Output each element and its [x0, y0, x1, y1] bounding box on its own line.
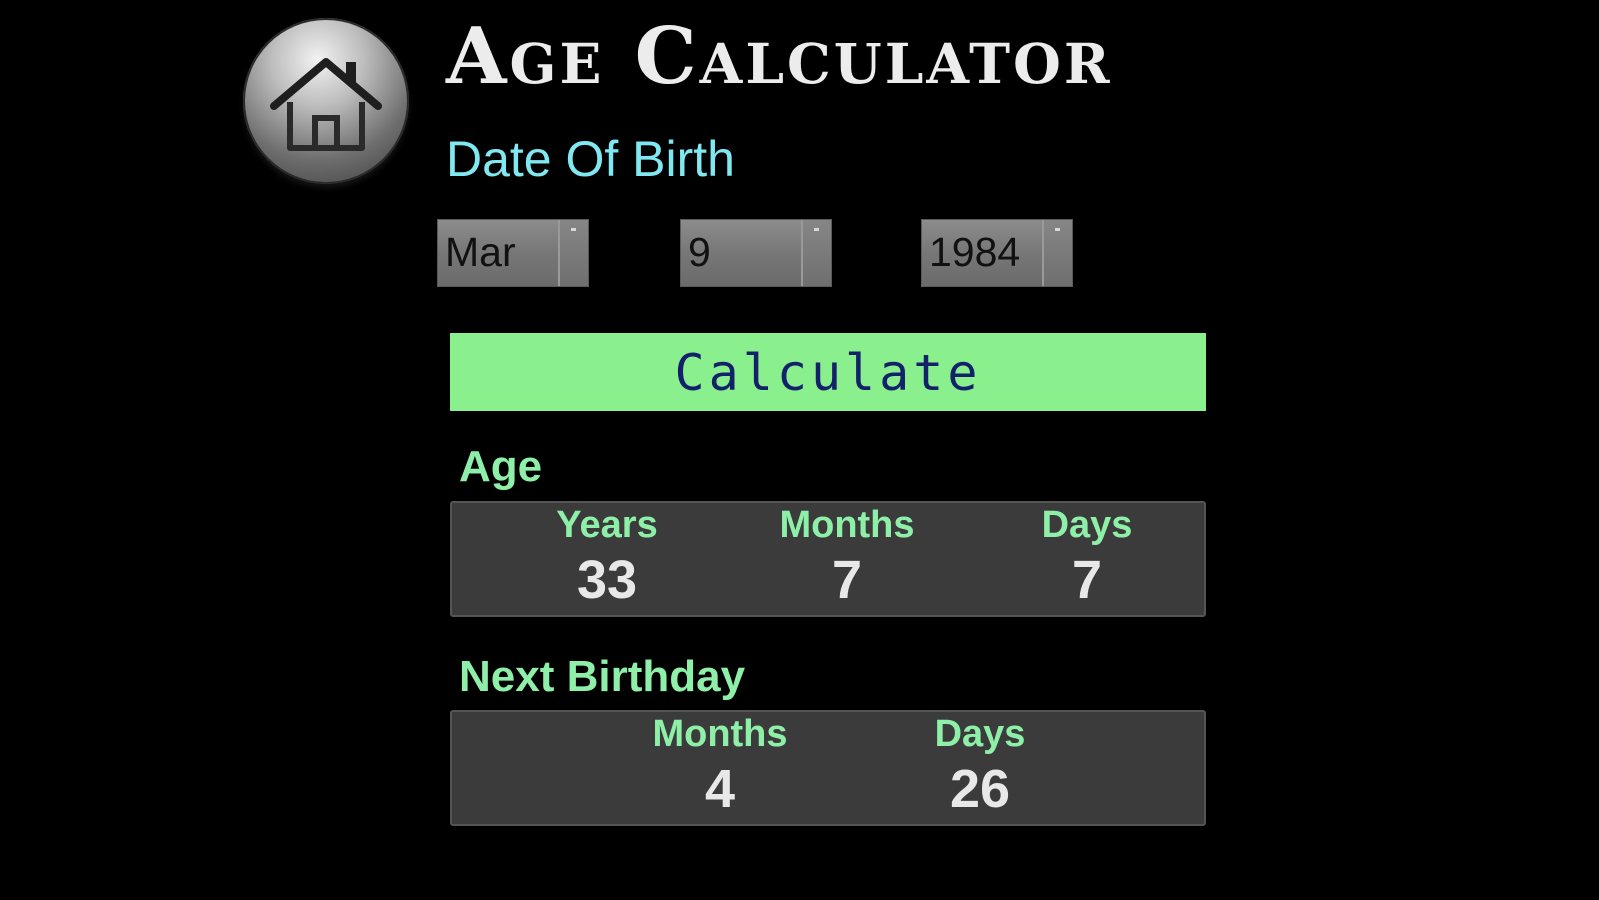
date-of-birth-label: Date Of Birth [446, 131, 735, 187]
day-value: 9 [688, 229, 711, 275]
age-calculator-screen: Age Calculator Date Of Birth Mar 9 1984 … [0, 0, 1599, 900]
calculate-button[interactable]: Calculate [450, 333, 1206, 411]
year-spinner[interactable]: 1984 [921, 219, 1073, 287]
year-value: 1984 [929, 229, 1021, 275]
month-spinner[interactable]: Mar [437, 219, 589, 287]
days-header: Days [1041, 504, 1133, 546]
months-value: 7 [831, 550, 863, 610]
age-days-cell: Days 7 [992, 503, 1182, 615]
months-value: 4 [704, 759, 736, 819]
next-birthday-months-cell: Months 4 [625, 712, 815, 824]
years-value: 33 [576, 550, 638, 610]
age-section-label: Age [459, 442, 543, 491]
dropdown-arrow-icon[interactable] [558, 220, 588, 286]
days-header: Days [934, 713, 1026, 755]
next-birthday-section-label: Next Birthday [459, 652, 746, 701]
dropdown-arrow-icon[interactable] [801, 220, 831, 286]
age-result-panel: Years 33 Months 7 Days 7 [450, 501, 1206, 617]
home-icon [270, 58, 382, 151]
next-birthday-panel: Months 4 Days 26 [450, 710, 1206, 826]
month-value: Mar [445, 229, 516, 275]
home-button[interactable] [243, 18, 409, 184]
age-months-cell: Months 7 [752, 503, 942, 615]
page-title: Age Calculator [446, 11, 1113, 102]
months-header: Months [779, 504, 915, 546]
days-value: 7 [1071, 550, 1103, 610]
day-spinner[interactable]: 9 [680, 219, 832, 287]
dropdown-arrow-icon[interactable] [1042, 220, 1072, 286]
next-birthday-days-cell: Days 26 [885, 712, 1075, 824]
months-header: Months [652, 713, 788, 755]
age-years-cell: Years 33 [512, 503, 702, 615]
years-header: Years [556, 504, 658, 546]
days-value: 26 [949, 759, 1011, 819]
